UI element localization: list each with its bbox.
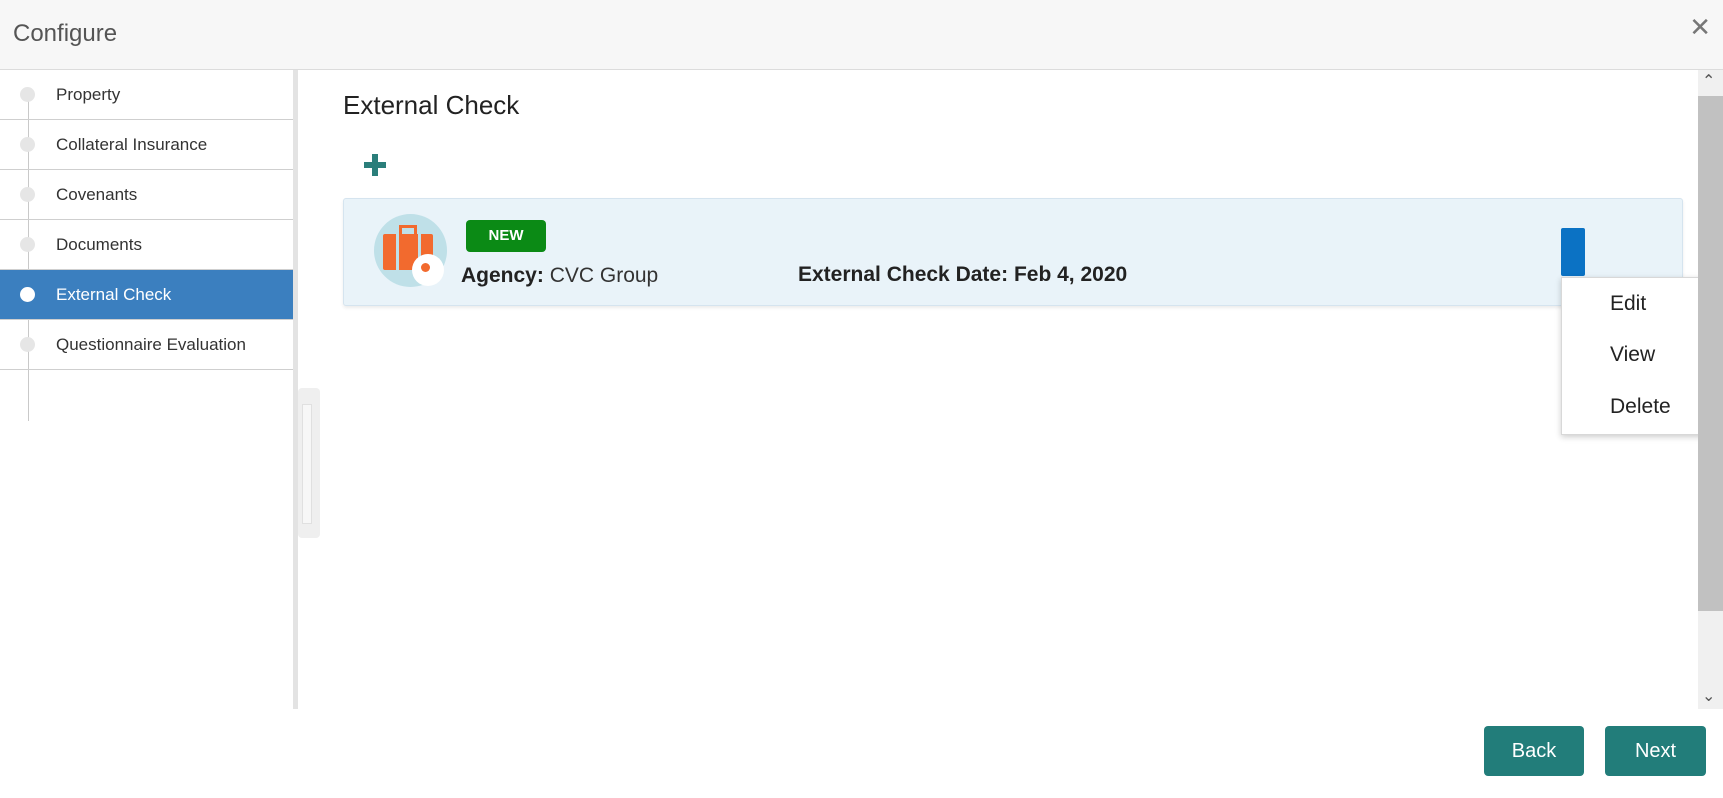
sidebar-resize-handle[interactable] bbox=[298, 388, 320, 538]
sidebar-item-label: Documents bbox=[56, 235, 142, 254]
page-title: External Check bbox=[343, 90, 520, 120]
sidebar-item-label: External Check bbox=[56, 285, 172, 304]
scroll-down-icon[interactable]: ⌄ bbox=[1702, 689, 1715, 705]
step-dot-icon bbox=[20, 337, 35, 352]
sidebar-item-documents[interactable]: Documents bbox=[0, 220, 293, 270]
card-menu-button[interactable] bbox=[1561, 228, 1585, 276]
sidebar-item-external-check[interactable]: External Check bbox=[0, 270, 293, 320]
briefcase-gear-icon bbox=[374, 214, 447, 287]
scroll-thumb[interactable] bbox=[1698, 96, 1723, 611]
gear-center bbox=[421, 263, 430, 272]
card-action-menu: Edit View Delete bbox=[1561, 277, 1717, 435]
status-badge: NEW bbox=[466, 220, 546, 252]
sidebar-item-covenants[interactable]: Covenants bbox=[0, 170, 293, 220]
sidebar-item-label: Questionnaire Evaluation bbox=[56, 335, 246, 354]
external-check-date-field: External Check Date: Feb 4, 2020 bbox=[798, 263, 1127, 287]
sidebar-item-questionnaire-evaluation[interactable]: Questionnaire Evaluation bbox=[0, 320, 293, 370]
external-check-card: NEW Agency: CVC Group External Check Dat… bbox=[343, 198, 1683, 306]
sidebar-item-label: Property bbox=[56, 85, 121, 104]
agency-field: Agency: CVC Group bbox=[461, 264, 658, 288]
dialog-header: Configure ✕ bbox=[0, 0, 1723, 70]
dialog-title: Configure bbox=[13, 20, 118, 47]
menu-item-edit[interactable]: Edit bbox=[1610, 292, 1646, 316]
menu-item-delete[interactable]: Delete bbox=[1610, 395, 1671, 419]
step-dot-icon bbox=[20, 237, 35, 252]
step-dot-icon bbox=[20, 87, 35, 102]
briefcase-stripe bbox=[396, 234, 399, 270]
step-dot-icon bbox=[20, 287, 35, 302]
agency-label: Agency: bbox=[461, 264, 544, 287]
sidebar-item-property[interactable]: Property bbox=[0, 70, 293, 120]
menu-item-view[interactable]: View bbox=[1610, 343, 1655, 367]
vertical-scrollbar[interactable]: ⌃ ⌄ bbox=[1698, 70, 1723, 709]
external-check-date-label: External Check Date: bbox=[798, 263, 1009, 286]
sidebar: Property Collateral Insurance Covenants … bbox=[0, 70, 298, 709]
dialog-footer: Back Next bbox=[0, 709, 1723, 798]
step-dot-icon bbox=[20, 187, 35, 202]
step-dot-icon bbox=[20, 137, 35, 152]
next-button[interactable]: Next bbox=[1605, 726, 1706, 776]
back-button[interactable]: Back bbox=[1484, 726, 1584, 776]
sidebar-item-collateral-insurance[interactable]: Collateral Insurance bbox=[0, 120, 293, 170]
external-check-date-value: Feb 4, 2020 bbox=[1013, 263, 1128, 286]
scroll-up-icon[interactable]: ⌃ bbox=[1702, 74, 1715, 90]
close-icon[interactable]: ✕ bbox=[1689, 14, 1711, 40]
sidebar-item-label: Covenants bbox=[56, 185, 138, 204]
resize-grip bbox=[302, 404, 312, 524]
sidebar-item-label: Collateral Insurance bbox=[56, 135, 208, 154]
plus-icon[interactable] bbox=[362, 152, 388, 178]
agency-value: CVC Group bbox=[549, 264, 659, 287]
